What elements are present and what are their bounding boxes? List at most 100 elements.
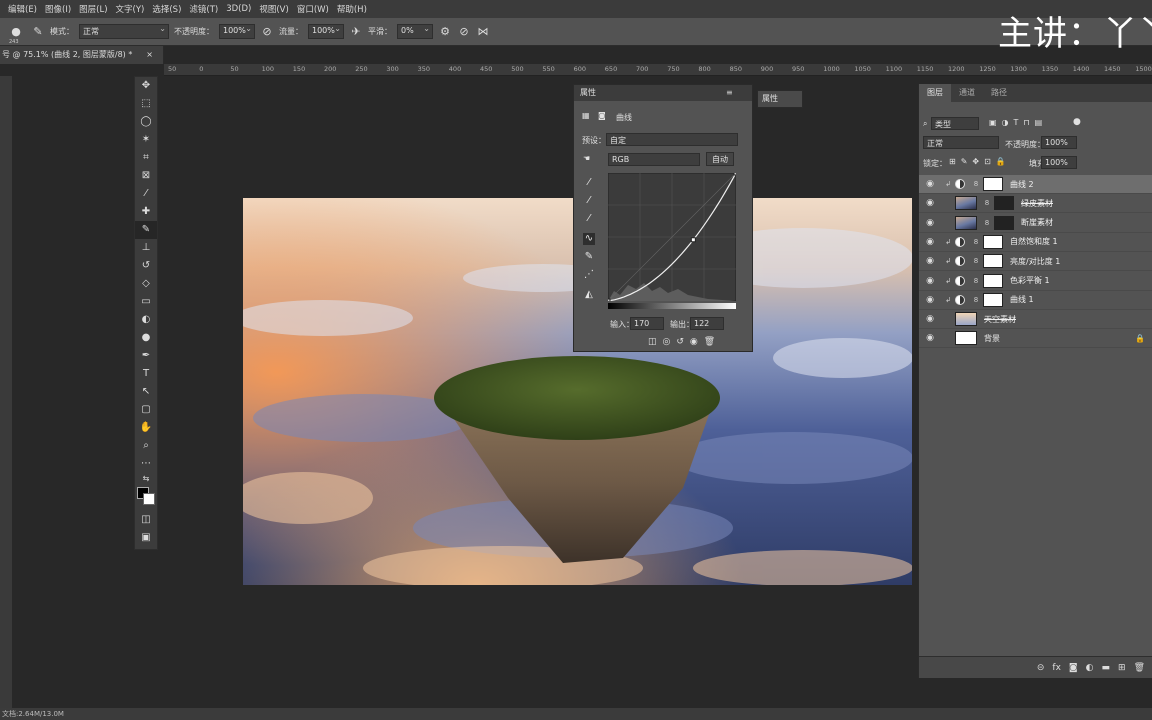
hand-tool-icon[interactable]: ✋ [135,419,157,437]
crop-tool-icon[interactable]: ⌗ [135,149,157,167]
fx-icon[interactable]: fx [1052,663,1061,673]
eyedropper-tool-icon[interactable]: ⁄ [135,185,157,203]
mask-link-icon[interactable]: 8 [969,238,983,246]
curve-control-point[interactable] [608,298,611,301]
document-tab[interactable]: 号 @ 75.1% (曲线 2, 图层蒙版/8) * × [0,46,164,64]
close-icon[interactable]: × [146,46,153,64]
layer-row[interactable]: ◉ ↲ 8 曲线 1 [919,291,1152,310]
layers-tab[interactable]: 图层 [919,84,951,102]
shape-tool-icon[interactable]: ▢ [135,401,157,419]
more-tools-icon[interactable]: ⋯ [135,455,157,473]
layer-mask-thumbnail[interactable] [983,292,1003,307]
layer-row[interactable]: ◉ 8 断崖素材 [919,214,1152,233]
visibility-eye-icon[interactable]: ◉ [919,276,941,286]
curve-point-icon[interactable]: ∿ [583,233,595,245]
visibility-eye-icon[interactable]: ◉ [919,333,941,343]
menu-item[interactable]: 图像(I) [41,3,75,15]
frame-tool-icon[interactable]: ⊠ [135,167,157,185]
visibility-eye-icon[interactable]: ◉ [919,179,941,189]
pen-tool-icon[interactable]: ✒ [135,347,157,365]
filter-type-icons[interactable]: ▣◑T⊓▤ [989,118,1047,127]
gray-point-eyedropper-icon[interactable]: ⁄ [583,195,595,207]
layer-mask-thumbnail[interactable] [983,254,1003,269]
new-adjustment-icon[interactable]: ◐ [1086,663,1094,673]
menu-item[interactable]: 3D(D) [222,4,255,14]
panel-menu-icon[interactable]: ≡ [726,88,733,97]
layer-thumbnail[interactable] [955,196,977,211]
add-mask-icon[interactable]: ◙ [1069,663,1078,673]
lock-icons[interactable]: ⊞✎✥⊡🔒 [949,157,1011,166]
clipping-warning-icon[interactable]: ◭ [583,289,595,301]
screen-mode-icon[interactable]: ▣ [135,529,157,547]
layer-row[interactable]: ◉ ↲ 8 色彩平衡 1 [919,272,1152,291]
menu-item[interactable]: 滤镜(T) [185,3,222,15]
layer-row[interactable]: ◉ ↲ 8 曲线 2 [919,175,1152,194]
curves-graph[interactable] [608,173,736,301]
symmetry-icon[interactable]: ⋈ [476,25,490,39]
blur-tool-icon[interactable]: ◐ [135,311,157,329]
gear-icon[interactable]: ⚙ [438,25,452,39]
output-field[interactable]: 122 [690,317,724,330]
menu-item[interactable]: 编辑(E) [4,3,41,15]
airbrush-icon[interactable]: ✈ [349,25,363,39]
layer-thumbnail[interactable] [955,215,977,230]
link-layers-icon[interactable]: ⊝ [1037,663,1045,673]
menu-item[interactable]: 窗口(W) [293,3,333,15]
zoom-tool-icon[interactable]: ⌕ [135,437,157,455]
brush-preset-icon[interactable]: ● 243 [6,25,26,45]
background-color[interactable] [143,493,155,505]
layers-tab[interactable]: 通道 [951,84,983,102]
layer-opacity-field[interactable]: 100% [1041,136,1077,149]
magic-wand-tool-icon[interactable]: ✶ [135,131,157,149]
menu-item[interactable]: 选择(S) [148,3,185,15]
eraser-tool-icon[interactable]: ◇ [135,275,157,293]
mode-select[interactable]: 正常 [79,24,169,39]
smooth-field[interactable]: 0% [397,24,433,39]
curve-control-point[interactable] [733,173,736,176]
pressure-opacity-icon[interactable]: ⊘ [260,25,274,39]
smooth-curve-icon[interactable]: ⋰ [583,269,595,281]
filter-toggle-icon[interactable]: ● [1073,117,1081,127]
gradient-tool-icon[interactable]: ▭ [135,293,157,311]
visibility-eye-icon[interactable]: ◉ [919,295,941,305]
layer-row[interactable]: ◉ 天空素材 [919,310,1152,330]
layer-mask-thumbnail[interactable] [994,215,1014,230]
mask-link-icon[interactable]: 8 [969,180,983,188]
dodge-tool-icon[interactable]: ● [135,329,157,347]
mask-link-icon[interactable]: 8 [980,219,994,227]
auto-button[interactable]: 自动 [706,152,734,166]
pressure-size-icon[interactable]: ⊘ [457,25,471,39]
curve-control-point[interactable] [690,237,696,243]
new-layer-icon[interactable]: ⊞ [1118,663,1126,673]
mask-link-icon[interactable]: 8 [969,296,983,304]
path-select-icon[interactable]: ↖ [135,383,157,401]
mask-icon[interactable]: ◙ [598,111,606,120]
white-point-eyedropper-icon[interactable]: ⁄ [583,213,595,225]
healing-tool-icon[interactable]: ✚ [135,203,157,221]
swap-colors-icon[interactable]: ⇆ [135,473,157,485]
visibility-eye-icon[interactable]: ◉ [919,314,941,324]
mask-link-icon[interactable]: 8 [969,257,983,265]
flow-field[interactable]: 100% [308,24,344,39]
color-swatches[interactable] [135,485,157,511]
layer-filter-select[interactable]: 类型 [931,117,979,130]
brush-settings-icon[interactable]: ✎ [31,25,45,39]
visibility-eye-icon[interactable]: ◉ [919,256,941,266]
history-brush-icon[interactable]: ↺ [135,257,157,275]
layer-mask-thumbnail[interactable] [983,273,1003,288]
visibility-eye-icon[interactable]: ◉ [919,218,941,228]
mask-link-icon[interactable]: 8 [969,277,983,285]
blend-mode-select[interactable]: 正常 [923,136,999,149]
delete-layer-icon[interactable]: 🗑 [1134,663,1145,673]
layer-thumbnail[interactable] [955,331,977,346]
brush-tool-icon[interactable]: ✎ [135,221,157,239]
layers-tab[interactable]: 路径 [983,84,1015,102]
layer-thumbnail[interactable] [955,312,977,327]
stamp-tool-icon[interactable]: ⊥ [135,239,157,257]
opacity-field[interactable]: 100% [219,24,255,39]
pencil-curve-icon[interactable]: ✎ [583,251,595,263]
menu-item[interactable]: 帮助(H) [333,3,371,15]
move-tool-icon[interactable]: ✥ [135,77,157,95]
preset-select[interactable]: 自定 [606,133,738,146]
input-field[interactable]: 170 [630,317,664,330]
